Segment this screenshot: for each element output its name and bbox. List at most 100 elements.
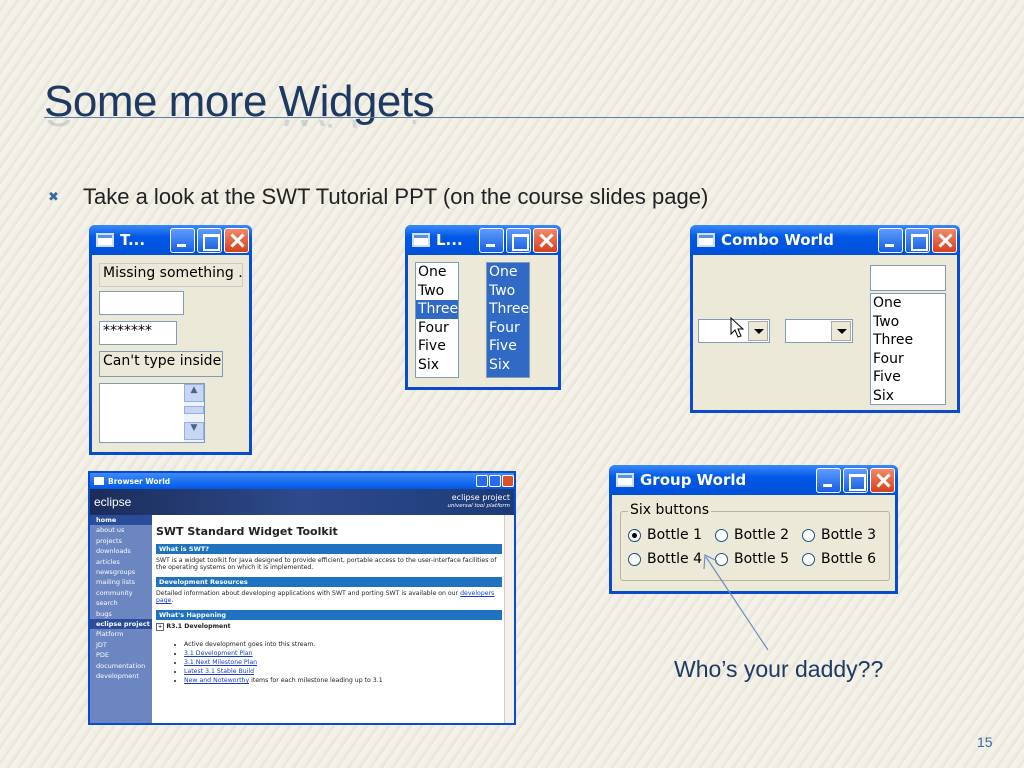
text-field-missing[interactable]: Missing something ... <box>99 263 243 287</box>
eclipse-logo[interactable]: eclipse <box>94 495 131 509</box>
radio-bottle-3[interactable]: Bottle 3 <box>802 527 889 543</box>
close-icon[interactable] <box>870 467 895 493</box>
window-icon <box>96 233 114 247</box>
minimize-icon[interactable] <box>479 227 504 253</box>
minimize-icon[interactable] <box>476 475 488 487</box>
maximize-icon[interactable] <box>489 475 501 487</box>
multiline-field[interactable]: ▲ ▼ <box>99 383 205 443</box>
list-window-title: L... <box>436 231 463 249</box>
milestone-link[interactable]: 3.1 Next Milestone Plan <box>184 659 257 666</box>
text-window-title: T... <box>120 231 146 249</box>
list-item-selected[interactable]: Six <box>487 355 529 374</box>
radio-icon[interactable] <box>628 552 641 566</box>
radio-label: Bottle 2 <box>734 527 790 543</box>
nav-link[interactable]: PDE <box>90 650 152 660</box>
chevron-down-icon[interactable] <box>831 321 851 341</box>
list-item[interactable]: Six <box>416 356 458 375</box>
nav-link[interactable]: home <box>90 515 152 526</box>
minimize-icon[interactable] <box>878 227 903 253</box>
noteworthy-link[interactable]: New and Noteworthy <box>184 677 249 684</box>
maximize-icon[interactable] <box>905 227 930 253</box>
simple-combo-text[interactable] <box>870 265 946 291</box>
nav-link[interactable]: mailing lists <box>90 577 152 587</box>
list-item[interactable]: Three <box>871 331 945 350</box>
combo-window-titlebar[interactable]: Combo World <box>690 225 960 255</box>
list-window[interactable]: L... One Two Three Four Five Six One Two… <box>405 225 561 390</box>
list-item-selected[interactable]: Three <box>487 300 529 319</box>
nav-link[interactable]: development <box>90 671 152 681</box>
maximize-icon[interactable] <box>506 227 531 253</box>
readonly-combo[interactable] <box>785 319 853 343</box>
radio-checked-icon[interactable] <box>628 528 641 542</box>
list-item[interactable]: Six <box>871 387 945 406</box>
browser-window[interactable]: Browser World eclipse eclipse project un… <box>88 471 516 725</box>
window-icon <box>412 233 430 247</box>
scroll-up-icon[interactable]: ▲ <box>184 384 204 402</box>
text-window[interactable]: T... Missing something ... ******* Can't… <box>89 225 252 455</box>
expand-icon[interactable]: + <box>156 623 165 631</box>
list-item[interactable]: Five <box>871 368 945 387</box>
single-select-list[interactable]: One Two Three Four Five Six <box>415 262 459 378</box>
close-icon[interactable] <box>224 227 249 253</box>
combo-window[interactable]: Combo World One Two Three Four Five Six <box>690 225 960 413</box>
scrollbar[interactable]: ▲ ▼ <box>184 384 204 442</box>
nav-link[interactable]: bugs <box>90 609 152 619</box>
minimize-icon[interactable] <box>816 467 841 493</box>
radio-bottle-2[interactable]: Bottle 2 <box>715 527 802 543</box>
radio-icon[interactable] <box>802 552 815 566</box>
list-item[interactable]: One <box>416 263 458 282</box>
close-icon[interactable] <box>533 227 558 253</box>
nav-link[interactable]: community <box>90 588 152 598</box>
nav-link[interactable]: downloads <box>90 546 152 556</box>
password-field[interactable]: ******* <box>99 321 177 345</box>
browser-content: SWT Standard Widget Toolkit What is SWT?… <box>156 519 502 685</box>
stable-build-link[interactable]: Latest 3.1 Stable Build <box>184 668 254 675</box>
nav-link[interactable]: JDT <box>90 640 152 650</box>
scroll-down-icon[interactable]: ▼ <box>184 422 204 440</box>
minimize-icon[interactable] <box>170 227 195 253</box>
window-icon <box>697 233 715 247</box>
nav-link[interactable]: documentation <box>90 661 152 671</box>
maximize-icon[interactable] <box>197 227 222 253</box>
nav-link[interactable]: Platform <box>90 629 152 639</box>
nav-header: eclipse project <box>90 619 152 630</box>
text-window-titlebar[interactable]: T... <box>89 225 252 255</box>
nav-link[interactable]: newsgroups <box>90 567 152 577</box>
list-window-titlebar[interactable]: L... <box>405 225 561 255</box>
nav-link[interactable]: search <box>90 598 152 608</box>
list-item[interactable]: One <box>871 294 945 313</box>
close-icon[interactable] <box>932 227 957 253</box>
browser-titlebar[interactable]: Browser World <box>90 473 514 489</box>
list-item-selected[interactable]: Five <box>487 337 529 356</box>
radio-icon[interactable] <box>715 528 728 542</box>
scroll-thumb[interactable] <box>184 406 204 414</box>
radio-bottle-6[interactable]: Bottle 6 <box>802 551 889 567</box>
multi-select-list[interactable]: One Two Three Four Five Six <box>486 262 530 378</box>
browser-window-title: Browser World <box>108 476 171 486</box>
nav-link[interactable]: about us <box>90 525 152 535</box>
chevron-down-icon[interactable] <box>748 321 768 341</box>
nav-link[interactable]: projects <box>90 536 152 546</box>
list-item-selected[interactable]: Three <box>416 300 458 319</box>
plan-link[interactable]: 3.1 Development Plan <box>184 650 253 657</box>
list-item[interactable]: Two <box>871 313 945 332</box>
radio-bottle-1[interactable]: Bottle 1 <box>628 527 715 543</box>
browser-scrollbar[interactable] <box>504 515 514 723</box>
list-item-selected[interactable]: Four <box>487 318 529 337</box>
list-item[interactable]: Two <box>416 282 458 301</box>
radio-label: Bottle 1 <box>647 527 703 543</box>
text-field-empty[interactable] <box>99 291 184 315</box>
list-item-selected[interactable]: Two <box>487 281 529 300</box>
maximize-icon[interactable] <box>843 467 868 493</box>
simple-combo-list[interactable]: One Two Three Four Five Six <box>870 293 946 405</box>
section-header: Development Resources <box>156 577 502 587</box>
list-item[interactable]: Four <box>416 319 458 338</box>
close-icon[interactable] <box>502 475 514 487</box>
list-item[interactable]: Five <box>416 337 458 356</box>
group-window-titlebar[interactable]: Group World <box>609 465 898 495</box>
radio-icon[interactable] <box>802 528 815 542</box>
list-item-selected[interactable]: One <box>487 263 529 282</box>
list-item[interactable]: Four <box>871 350 945 369</box>
nav-link[interactable]: articles <box>90 557 152 567</box>
section-text: Detailed information about developing ap… <box>156 590 459 597</box>
